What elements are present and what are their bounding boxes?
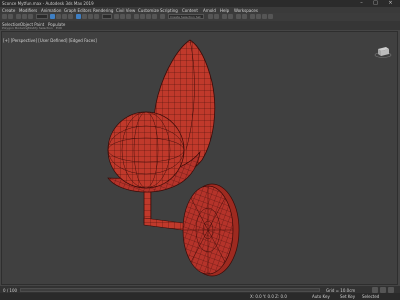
selection-set-label: Create Selection Set <box>170 15 201 19</box>
zoom-icon[interactable] <box>372 287 378 293</box>
select-place-icon[interactable] <box>94 14 99 19</box>
select-scale-icon[interactable] <box>88 14 93 19</box>
title-bar: Sconce Mytfun.max - Autodesk 3ds Max 201… <box>0 0 400 7</box>
pivot-center-icon[interactable] <box>114 14 119 19</box>
rectangular-selection-icon[interactable] <box>62 14 67 19</box>
reference-coord-dropdown[interactable] <box>102 14 112 19</box>
bulb-sphere <box>107 111 185 189</box>
curve-editor-icon[interactable] <box>236 14 241 19</box>
main-toolbar: Create Selection Set <box>0 13 400 21</box>
window-title: Sconce Mytfun.max - Autodesk 3ds Max 201… <box>2 1 94 6</box>
selection-set-dropdown[interactable]: Create Selection Set <box>168 14 204 19</box>
time-slider[interactable] <box>20 288 320 292</box>
close-icon[interactable]: × <box>385 0 396 7</box>
select-by-name-icon[interactable] <box>56 14 61 19</box>
mirror-icon[interactable] <box>208 14 213 19</box>
toggle-ribbon-icon[interactable] <box>228 14 233 19</box>
window-crossing-icon[interactable] <box>68 14 73 19</box>
auto-key-button[interactable]: Auto Key <box>312 294 330 299</box>
orbit-icon[interactable] <box>380 287 386 293</box>
render-frame-icon[interactable] <box>262 14 267 19</box>
bind-spacewarp-icon[interactable] <box>28 14 33 19</box>
grid-size-readout: Grid = 10.0cm <box>326 288 356 293</box>
sconce-model[interactable] <box>0 30 400 286</box>
link-icon[interactable] <box>16 14 21 19</box>
coordinates-readout: X: 0.0 Y: 0.0 Z: 0.0 <box>250 294 287 299</box>
select-rotate-icon[interactable] <box>82 14 87 19</box>
ribbon: Selection Object Paint Populate Polygon … <box>0 21 400 30</box>
spinner-snap-icon[interactable] <box>152 14 157 19</box>
render-setup-icon[interactable] <box>256 14 261 19</box>
material-editor-icon[interactable] <box>250 14 255 19</box>
pan-icon[interactable] <box>388 287 394 293</box>
render-production-icon[interactable] <box>268 14 273 19</box>
select-move-icon[interactable] <box>76 14 81 19</box>
key-filter-selected[interactable]: Selected <box>362 294 379 299</box>
schematic-view-icon[interactable] <box>242 14 247 19</box>
select-object-icon[interactable] <box>50 14 55 19</box>
select-manipulate-icon[interactable] <box>120 14 125 19</box>
maximize-icon[interactable]: □ <box>370 0 381 7</box>
keyboard-shortcut-icon[interactable] <box>126 14 131 19</box>
layer-explorer-icon[interactable] <box>222 14 227 19</box>
angle-snap-icon[interactable] <box>140 14 145 19</box>
redo-icon[interactable] <box>8 14 13 19</box>
align-icon[interactable] <box>214 14 219 19</box>
selection-filter-dropdown[interactable] <box>36 14 48 19</box>
unlink-icon[interactable] <box>22 14 27 19</box>
undo-icon[interactable] <box>2 14 7 19</box>
snaps-toggle-icon[interactable] <box>134 14 139 19</box>
named-selection-icon[interactable] <box>160 14 165 19</box>
percent-snap-icon[interactable] <box>146 14 151 19</box>
set-key-button[interactable]: Set Key <box>340 294 355 299</box>
minimize-icon[interactable]: – <box>356 0 367 7</box>
